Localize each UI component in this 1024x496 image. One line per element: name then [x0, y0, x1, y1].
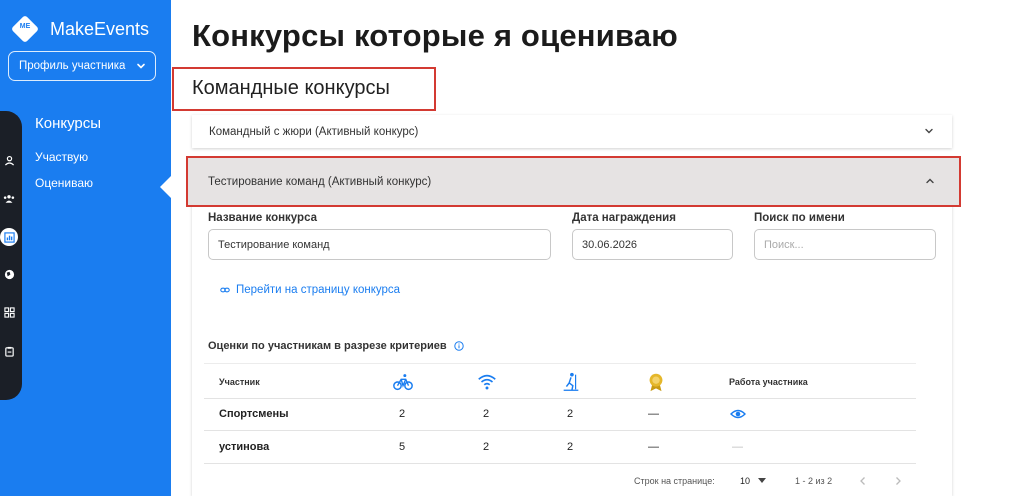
active-nav-pointer	[160, 176, 171, 198]
accordion-title: Тестирование команд (Активный конкурс)	[208, 175, 432, 188]
rows-per-page-value: 10	[740, 476, 751, 486]
accordion-jury-contest[interactable]: Командный с жюри (Активный конкурс)	[192, 115, 952, 148]
table-row-name: устинова	[219, 441, 270, 453]
brand-name: MakeEvents	[50, 18, 150, 39]
award-date-field[interactable]: 30.06.2026	[572, 229, 733, 260]
skiing-icon	[563, 372, 579, 391]
accordion-team-testing[interactable]: Тестирование команд (Активный конкурс)	[186, 156, 961, 207]
score-cell: 2	[483, 441, 490, 453]
user-icon[interactable]	[2, 153, 16, 167]
chevron-up-icon	[926, 178, 934, 184]
score-cell: 2	[399, 408, 406, 420]
sidebar-item-judging[interactable]: Оцениваю	[35, 176, 93, 190]
rows-per-page-label: Строк на странице:	[634, 476, 715, 486]
contest-page-link[interactable]: Перейти на страницу конкурса	[220, 284, 400, 296]
bicycle-icon	[393, 374, 413, 391]
wifi-icon	[478, 374, 496, 390]
scores-title: Оценки по участникам в разрезе критериев	[208, 340, 464, 352]
search-label: Поиск по имени	[754, 212, 845, 224]
row-divider	[204, 463, 916, 464]
brand[interactable]: ME MakeEvents	[10, 14, 149, 44]
clipboard-icon[interactable]	[2, 344, 16, 358]
caret-down-icon	[758, 478, 766, 483]
chevron-right-icon[interactable]	[893, 476, 903, 486]
contest-name-label: Название конкурса	[208, 212, 318, 224]
row-divider	[204, 398, 916, 399]
page-title: Конкурсы которые я оцениваю	[192, 18, 678, 53]
link-icon	[220, 287, 230, 293]
scores-title-text: Оценки по участникам в разрезе критериев	[208, 340, 447, 352]
score-cell: 2	[483, 408, 490, 420]
score-cell: 2	[567, 441, 574, 453]
table-row-name: Спортсмены	[219, 408, 289, 420]
profile-dropdown-label: Профиль участника	[19, 60, 126, 72]
accordion-title: Командный с жюри (Активный конкурс)	[209, 125, 419, 138]
score-cell: 2	[567, 408, 574, 420]
brand-logo-icon: ME	[10, 14, 40, 44]
award-icon	[649, 373, 663, 392]
chart-icon[interactable]	[0, 228, 18, 246]
pagination-range: 1 - 2 из 2	[795, 476, 833, 486]
score-cell-empty: —	[648, 408, 659, 420]
row-divider	[204, 430, 916, 431]
eye-icon[interactable]	[730, 407, 746, 421]
info-icon[interactable]	[453, 341, 464, 351]
group-icon[interactable]	[2, 191, 16, 205]
sidebar: ME MakeEvents Профиль участника Конкурсы	[0, 0, 171, 496]
chevron-down-icon	[137, 63, 145, 69]
profile-dropdown[interactable]: Профиль участника	[8, 51, 156, 81]
nav-title: Конкурсы	[35, 115, 102, 132]
sidebar-item-participating[interactable]: Участвую	[35, 150, 88, 164]
grid-icon[interactable]	[2, 305, 16, 319]
globe-icon[interactable]	[2, 267, 16, 281]
search-input[interactable]: Поиск...	[754, 229, 936, 260]
col-header-work: Работа участника	[729, 377, 808, 387]
section-title: Командные конкурсы	[192, 77, 390, 99]
chevron-left-icon[interactable]	[858, 476, 868, 486]
chevron-down-icon	[925, 128, 933, 134]
rows-per-page-select[interactable]: 10	[740, 476, 766, 486]
score-cell-empty: —	[648, 441, 659, 453]
col-header-participant: Участник	[219, 377, 260, 387]
contest-page-link-label: Перейти на страницу конкурса	[236, 284, 401, 296]
work-cell-empty: —	[732, 441, 743, 453]
award-date-label: Дата награждения	[572, 212, 676, 224]
score-cell: 5	[399, 441, 406, 453]
contest-name-field[interactable]: Тестирование команд	[208, 229, 551, 260]
app-root: ME MakeEvents Профиль участника Конкурсы	[0, 0, 1024, 496]
